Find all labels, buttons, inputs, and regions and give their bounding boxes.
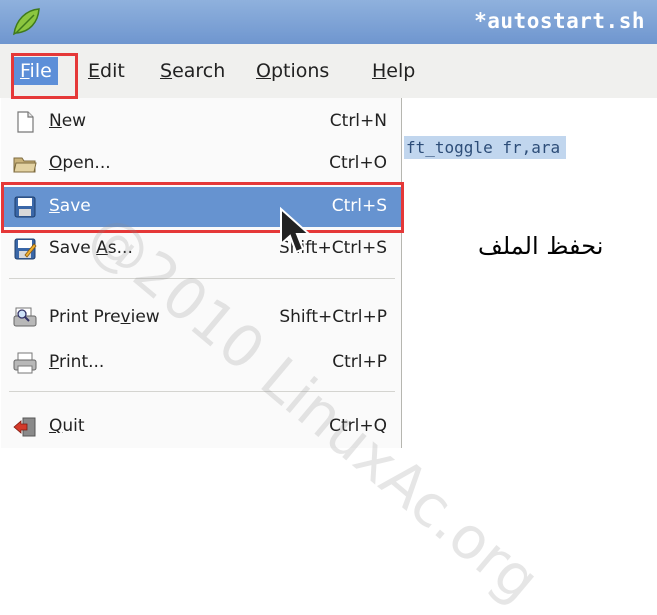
window-title: *autostart.sh [474,9,645,33]
menu-item-quit[interactable]: Quit Ctrl+Q [1,407,401,447]
menu-item-label: Print Preview [49,307,160,327]
menu-help[interactable]: Help [372,57,415,85]
print-preview-icon [13,307,37,327]
menu-options[interactable]: Options [256,57,329,85]
menu-item-print[interactable]: Print... Ctrl+P [1,343,401,383]
quit-icon [13,417,36,437]
menu-separator [9,391,395,392]
menu-item-label: Print... [49,352,105,372]
save-as-icon [14,238,37,260]
save-highlight-box [1,182,404,233]
arabic-annotation: نحفظ الملف [478,232,604,260]
file-menu-highlight-box [11,53,78,99]
menu-item-label: New [49,111,87,131]
menu-bar: File Edit Search Options Help [0,44,657,99]
menu-separator [9,278,395,279]
menu-item-print-preview[interactable]: Print Preview Shift+Ctrl+P [1,298,401,338]
shortcut-label: Ctrl+N [329,111,387,131]
menu-search[interactable]: Search [160,57,225,85]
shortcut-label: Ctrl+Q [329,416,387,436]
file-menu-dropdown: New Ctrl+N Open... Ctrl+O Save Ctrl+S Sa… [1,98,402,448]
menu-item-open[interactable]: Open... Ctrl+O [1,144,401,184]
shortcut-label: Shift+Ctrl+P [279,307,387,327]
menu-item-label: Quit [49,416,85,436]
menu-item-save-as[interactable]: Save As... Shift+Ctrl+S [1,229,401,269]
shortcut-label: Ctrl+O [329,153,387,173]
menu-item-label: Open... [49,153,111,173]
mouse-pointer-icon [280,206,312,254]
menu-item-new[interactable]: New Ctrl+N [1,102,401,142]
selected-code-text[interactable]: ft_toggle fr,ara [404,136,567,159]
folder-open-icon [13,157,37,173]
shortcut-label: Ctrl+P [332,352,387,372]
title-bar: *autostart.sh [0,0,657,44]
new-document-icon [17,111,34,133]
printer-icon [13,352,37,374]
menu-item-label: Save As... [49,238,133,258]
leafpad-leaf-icon [13,8,40,36]
menu-edit[interactable]: Edit [88,57,125,85]
